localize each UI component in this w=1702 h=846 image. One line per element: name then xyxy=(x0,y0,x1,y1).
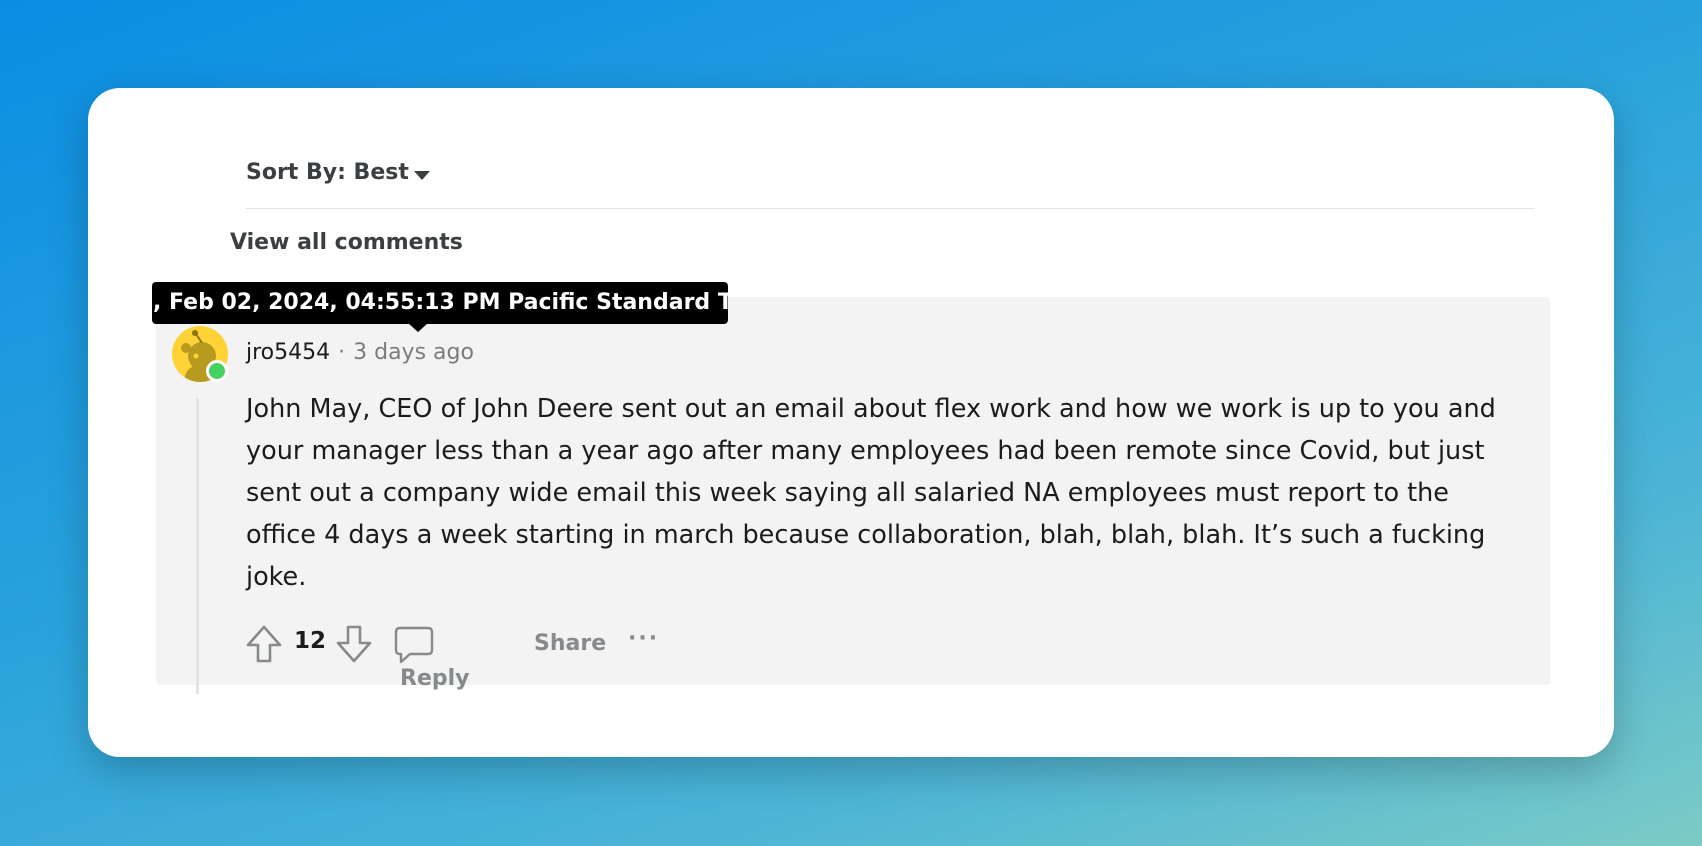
upvote-button[interactable] xyxy=(244,624,284,664)
vote-score: 12 xyxy=(294,628,327,654)
comment-bubble-icon xyxy=(394,626,434,664)
meta-separator: · xyxy=(338,340,346,365)
tooltip-arrow xyxy=(408,323,428,332)
comment-body: John May, CEO of John Deere sent out an … xyxy=(246,394,1496,592)
share-button[interactable]: Share xyxy=(534,631,606,656)
downvote-button[interactable] xyxy=(334,624,374,664)
sort-bar: Sort By: Best xyxy=(246,150,1535,209)
thread-collapse-line[interactable] xyxy=(196,398,199,694)
downvote-arrow-icon xyxy=(336,625,372,663)
comment-username[interactable]: jro5454 xyxy=(246,340,330,365)
view-all-comments-link[interactable]: View all comments xyxy=(230,230,463,255)
reply-button[interactable]: Reply xyxy=(394,622,470,691)
tooltip-text: , Feb 02, 2024, 04:55:13 PM Pacific Stan… xyxy=(153,290,728,315)
comment-meta: jro5454 · 3 days ago xyxy=(246,340,474,365)
online-status-icon xyxy=(206,360,228,382)
reply-label: Reply xyxy=(400,666,470,691)
comment-timestamp[interactable]: 3 days ago xyxy=(353,340,474,365)
timestamp-tooltip: , Feb 02, 2024, 04:55:13 PM Pacific Stan… xyxy=(152,282,728,324)
more-horizontal-icon[interactable]: ··· xyxy=(628,626,659,651)
upvote-arrow-icon xyxy=(246,625,282,663)
sort-dropdown[interactable]: Sort By: Best xyxy=(246,160,409,185)
chevron-down-icon[interactable] xyxy=(414,171,430,180)
